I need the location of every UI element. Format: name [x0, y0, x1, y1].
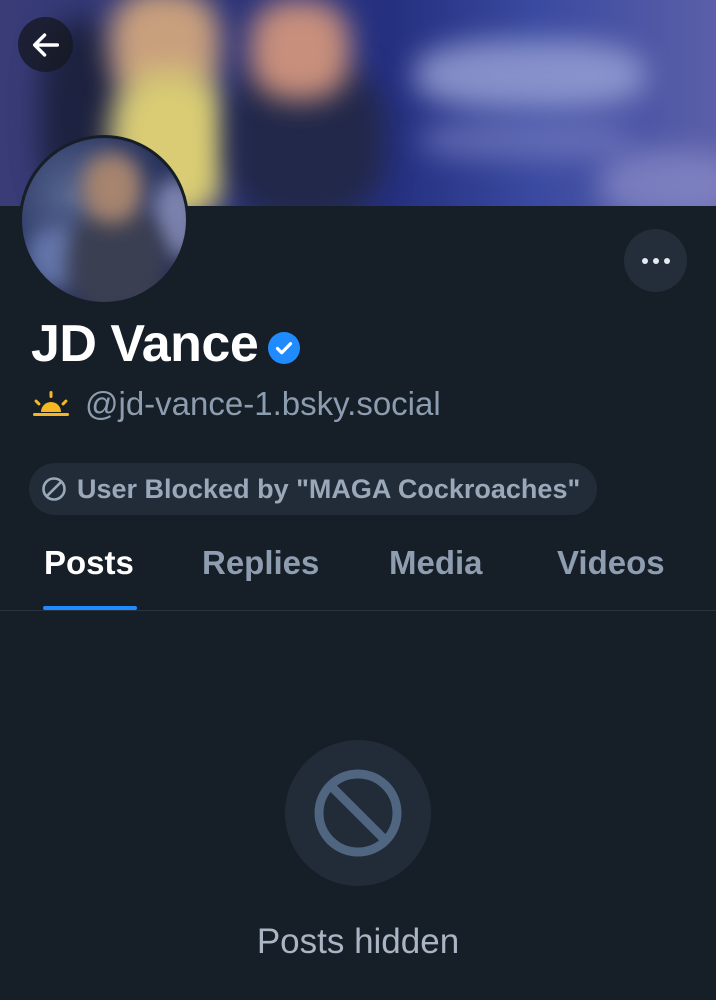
active-tab-indicator	[43, 606, 137, 610]
arrow-left-icon	[32, 32, 59, 57]
avatar[interactable]	[19, 135, 189, 305]
sunrise-icon	[33, 391, 69, 416]
empty-state-text: Posts hidden	[256, 922, 460, 961]
more-options-button[interactable]	[624, 229, 687, 292]
block-icon	[42, 477, 66, 501]
user-handle: @jd-vance-1.bsky.social	[85, 385, 441, 422]
tab-replies[interactable]: Replies	[202, 544, 319, 582]
verified-check-icon[interactable]	[268, 332, 301, 364]
back-button[interactable]	[18, 17, 73, 72]
display-name: JD Vance	[31, 315, 259, 373]
profile-tabs: Posts Replies Media Videos	[0, 530, 716, 611]
tab-videos[interactable]: Videos	[557, 544, 665, 582]
tab-media[interactable]: Media	[389, 544, 483, 582]
empty-state-icon-container	[285, 740, 431, 886]
tab-posts[interactable]: Posts	[44, 544, 134, 582]
profile-page: JD Vance @jd-vance-1.bsky.social User Bl…	[0, 0, 716, 1000]
ellipsis-icon	[641, 257, 670, 264]
handle-row: @jd-vance-1.bsky.social	[31, 382, 441, 426]
name-row: JD Vance	[31, 312, 301, 376]
block-icon	[314, 769, 402, 857]
blocked-label-text: User Blocked by "MAGA Cockroaches"	[77, 473, 581, 504]
blocked-label-pill[interactable]: User Blocked by "MAGA Cockroaches"	[29, 463, 598, 515]
